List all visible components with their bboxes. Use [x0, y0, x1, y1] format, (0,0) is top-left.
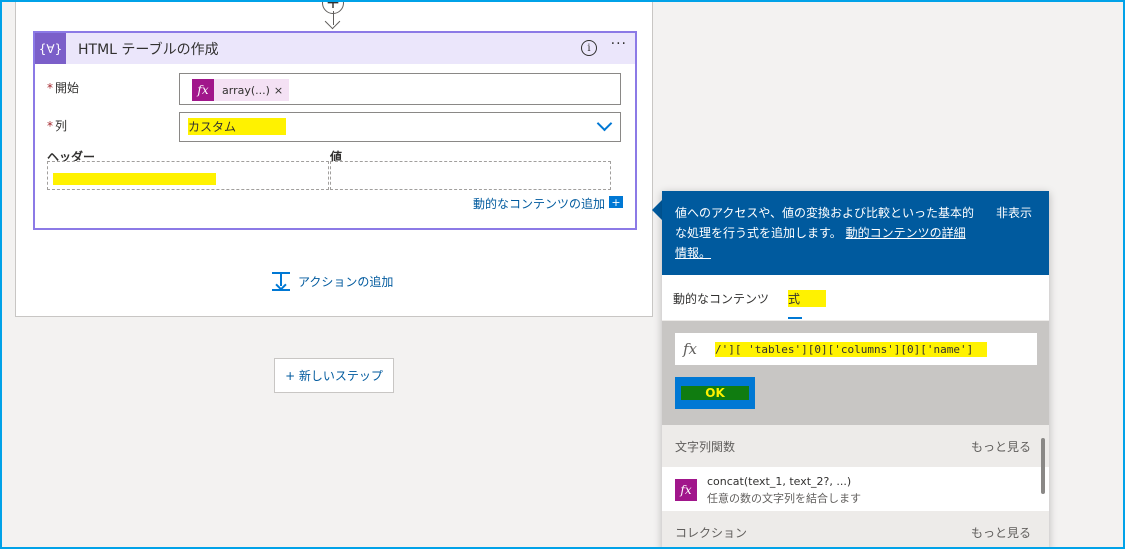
- expression-input[interactable]: fx /'][ 'tables'][0]['columns'][0]['name…: [675, 333, 1037, 365]
- panel-description: 値へのアクセスや、値の変換および比較といった基本的な処理を行う式を追加します。 …: [675, 203, 975, 263]
- new-step-button[interactable]: + 新しいステップ: [274, 358, 394, 393]
- required-mark: *: [47, 81, 53, 95]
- section-title: コレクション: [675, 526, 748, 540]
- info-icon[interactable]: i: [581, 40, 597, 56]
- columns-value: カスタム: [188, 118, 287, 135]
- header-cell-input[interactable]: [47, 161, 329, 190]
- ok-button[interactable]: OK: [675, 377, 755, 409]
- value-cell-input[interactable]: [330, 161, 611, 190]
- function-icon: fx: [192, 79, 214, 101]
- chevron-down-icon[interactable]: [596, 115, 613, 132]
- remove-token-icon[interactable]: ×: [274, 84, 289, 97]
- collection-section: コレクション もっと見る: [662, 511, 1049, 549]
- start-label: * 開始: [47, 79, 79, 96]
- header-cell-highlight: [53, 173, 216, 185]
- add-action-icon: [272, 271, 290, 291]
- function-name: concat(text_1, text_2?, ...): [707, 475, 852, 488]
- columns-label-text: 列: [55, 119, 68, 133]
- add-action-label: アクションの追加: [298, 274, 394, 289]
- tab-expression[interactable]: 式: [788, 290, 827, 307]
- ok-label: OK: [681, 386, 749, 400]
- token-text: array(...): [222, 83, 270, 97]
- dynamic-content-panel: 値へのアクセスや、値の変換および比較といった基本的な処理を行う式を追加します。 …: [662, 191, 1049, 549]
- see-more-link[interactable]: もっと見る: [971, 438, 1031, 455]
- more-options-icon[interactable]: ···: [611, 36, 627, 52]
- tab-dynamic-content[interactable]: 動的なコンテンツ: [673, 290, 769, 307]
- section-title: 文字列関数: [675, 440, 736, 454]
- add-dynamic-content-icon[interactable]: +: [609, 196, 623, 208]
- see-more-link[interactable]: もっと見る: [971, 524, 1031, 541]
- function-item-concat[interactable]: fx concat(text_1, text_2?, ...) 任意の数の文字列…: [662, 467, 1049, 511]
- expression-text[interactable]: /'][ 'tables'][0]['columns'][0]['name']: [715, 341, 988, 357]
- add-dynamic-content-link[interactable]: 動的なコンテンツの追加: [473, 195, 605, 212]
- panel-header: 値へのアクセスや、値の変換および比較といった基本的な処理を行う式を追加します。 …: [662, 191, 1049, 275]
- columns-dropdown[interactable]: カスタム: [179, 112, 621, 142]
- panel-pointer: [652, 200, 662, 220]
- required-mark: *: [47, 119, 53, 133]
- create-html-table-card: {∀} HTML テーブルの作成 i ··· * 開始 fx array(...)…: [33, 31, 637, 230]
- add-action-button[interactable]: アクションの追加: [272, 271, 393, 291]
- expression-editor-area: fx /'][ 'tables'][0]['columns'][0]['name…: [662, 321, 1049, 425]
- string-functions-section: 文字列関数 もっと見る: [662, 425, 1049, 467]
- function-icon: fx: [675, 479, 697, 501]
- hide-panel-button[interactable]: 非表示: [996, 203, 1032, 223]
- start-input[interactable]: fx array(...) ×: [179, 73, 621, 105]
- fx-icon: fx: [683, 340, 698, 358]
- function-description: 任意の数の文字列を結合します: [707, 492, 861, 505]
- expression-token[interactable]: fx array(...) ×: [192, 79, 290, 101]
- panel-scrollbar[interactable]: [1041, 438, 1045, 494]
- start-label-text: 開始: [55, 81, 80, 95]
- card-header[interactable]: {∀} HTML テーブルの作成 i ···: [35, 33, 635, 64]
- card-title[interactable]: HTML テーブルの作成: [78, 39, 219, 59]
- active-tab-indicator: [788, 317, 802, 319]
- columns-label: * 列: [47, 117, 67, 134]
- panel-tabs: 動的なコンテンツ 式: [662, 275, 1049, 321]
- data-operation-icon: {∀}: [35, 33, 66, 64]
